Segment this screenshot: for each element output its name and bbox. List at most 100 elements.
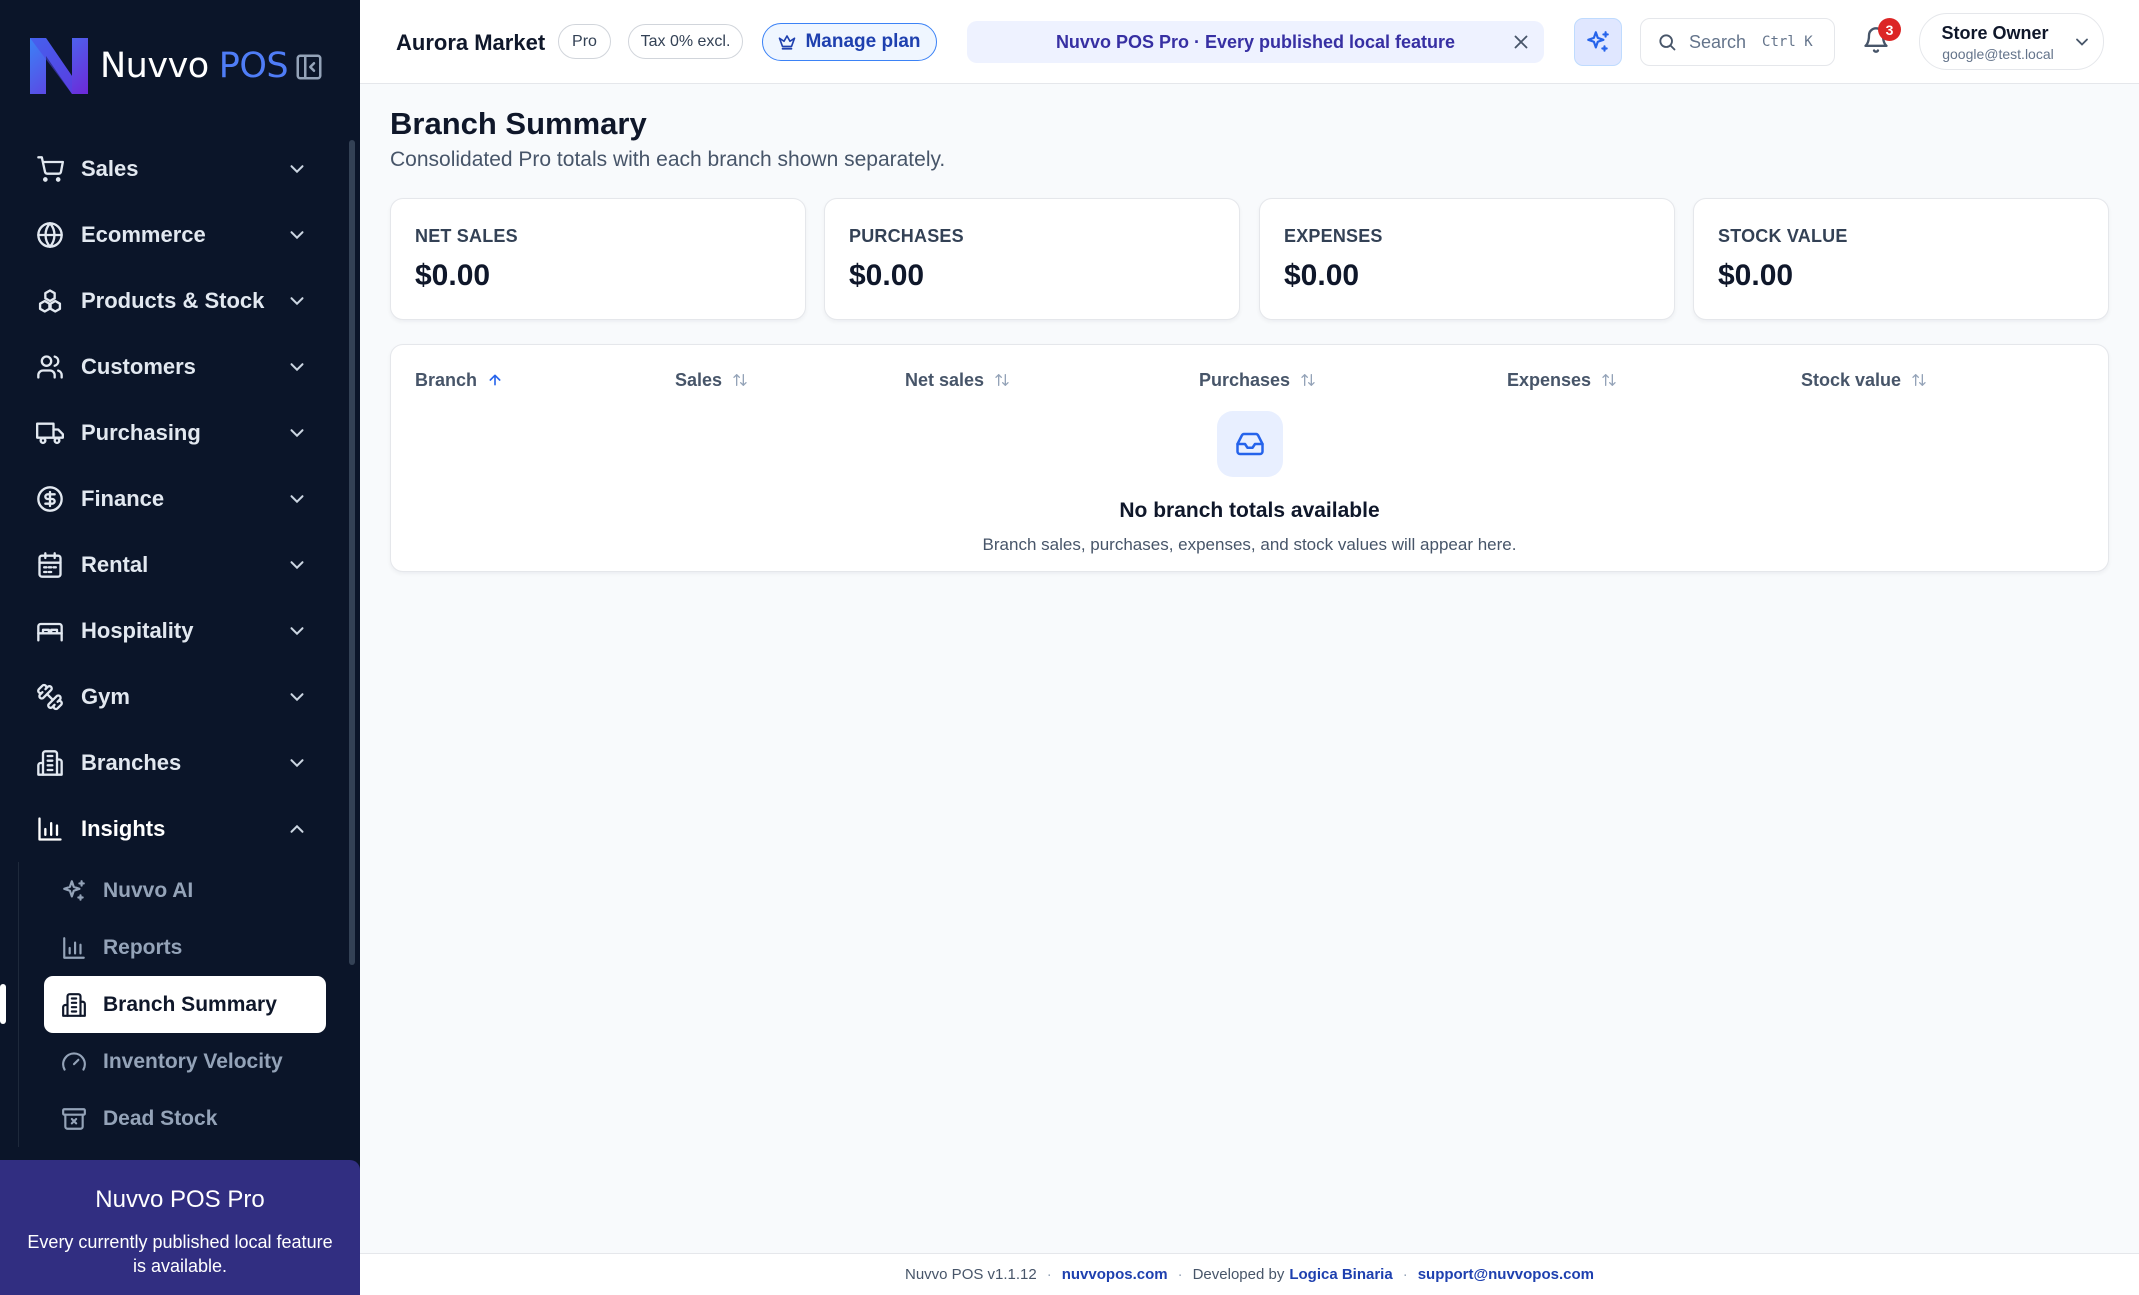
user-name: Store Owner: [1941, 23, 2049, 43]
chevron-down-icon: [290, 363, 304, 372]
sparkles-icon: [1587, 31, 1609, 52]
users-icon: [37, 355, 63, 379]
column-header-stock-value[interactable]: Stock value: [1801, 365, 1927, 395]
sidebar-item-branches[interactable]: Branches: [0, 730, 345, 796]
insights-subnav: Nuvvo AI Reports Branch Summary Inventor…: [0, 862, 328, 1147]
panel-left-icon[interactable]: [294, 52, 324, 82]
stat-label: EXPENSES: [1284, 226, 1383, 246]
search-placeholder: Search: [1689, 31, 1747, 52]
store-name[interactable]: Aurora Market: [396, 30, 545, 56]
sidebar-item-label: Purchasing: [81, 420, 201, 445]
chevron-down-icon: [2076, 38, 2088, 46]
user-email: google@test.local: [1942, 46, 2054, 62]
sidebar-item-products-stock[interactable]: Products & Stock: [0, 268, 345, 334]
footer-developer: Developed by Logica Binaria: [1193, 1266, 1393, 1283]
stat-card-stock-value: STOCK VALUE $0.00: [1693, 198, 2109, 320]
stat-value: $0.00: [849, 259, 925, 292]
footer-developer-link[interactable]: Logica Binaria: [1289, 1266, 1392, 1283]
column-header-label: Branch: [415, 369, 478, 390]
branch-table: Branch Sales Net sales Purchases Expense…: [390, 344, 2109, 572]
sidebar-item-sales[interactable]: Sales: [0, 136, 345, 202]
pro-plan-card: Nuvvo POS Pro Every currently published …: [0, 1160, 360, 1295]
sidebar-subitem-nuvvo-ai[interactable]: Nuvvo AI: [19, 862, 328, 919]
empty-state-desc: Branch sales, purchases, expenses, and s…: [982, 535, 1517, 554]
chevron-down-icon: [290, 495, 304, 504]
sidebar-item-ecommerce[interactable]: Ecommerce: [0, 202, 345, 268]
stat-value: $0.00: [415, 259, 491, 292]
sidebar-subitem-dead-stock[interactable]: Dead Stock: [19, 1090, 328, 1147]
stat-label: STOCK VALUE: [1718, 226, 1848, 246]
logo-word-nuvvo: Nuvvo: [100, 46, 209, 86]
sidebar-item-label: Branches: [81, 750, 182, 775]
column-header-label: Purchases: [1199, 369, 1291, 390]
ai-assistant-button[interactable]: [1574, 18, 1622, 66]
sidebar-item-insights[interactable]: Insights: [0, 796, 345, 862]
sidebar-item-label: Gym: [81, 684, 130, 709]
column-header-branch[interactable]: Branch: [415, 365, 503, 395]
pro-banner-text: Nuvvo POS Pro · Every published local fe…: [1055, 31, 1456, 52]
stat-label: PURCHASES: [849, 226, 964, 246]
chevron-up-icon: [290, 824, 304, 833]
sidebar-item-hospitality[interactable]: Hospitality: [0, 598, 345, 664]
column-header-expenses[interactable]: Expenses: [1507, 365, 1617, 395]
column-header-net-sales[interactable]: Net sales: [905, 365, 1010, 395]
column-header-label: Expenses: [1507, 369, 1592, 390]
sidebar-item-label: Insights: [81, 816, 166, 841]
building-icon: [62, 992, 86, 1017]
column-header-label: Net sales: [905, 369, 985, 390]
footer-site-link[interactable]: nuvvopos.com: [1062, 1266, 1168, 1283]
close-icon[interactable]: [1510, 31, 1532, 53]
page-subtitle: Consolidated Pro totals with each branch…: [390, 148, 946, 171]
sidebar: Nuvvo POS Sales Ecommerce Products & Stoc…: [0, 0, 360, 1295]
archive-x-icon: [62, 1107, 86, 1130]
sidebar-item-purchasing[interactable]: Purchasing: [0, 400, 345, 466]
empty-state-title: No branch totals available: [1119, 499, 1380, 522]
sort-icon: [1602, 374, 1616, 386]
column-header-purchases[interactable]: Purchases: [1199, 365, 1316, 395]
chevron-down-icon: [290, 297, 304, 306]
sidebar-nav: Sales Ecommerce Products & Stock Custome…: [0, 136, 345, 1147]
logo[interactable]: Nuvvo POS: [26, 32, 289, 100]
chevron-down-icon: [290, 693, 304, 702]
search-input[interactable]: Search Ctrl K: [1640, 18, 1835, 66]
footer-email-link[interactable]: support@nuvvopos.com: [1418, 1266, 1594, 1283]
sidebar-subitem-label: Nuvvo AI: [103, 878, 194, 902]
truck-icon: [36, 422, 64, 445]
sidebar-item-gym[interactable]: Gym: [0, 664, 345, 730]
bar-chart-icon: [38, 817, 62, 841]
tax-badge: Tax 0% excl.: [628, 24, 743, 59]
footer: Nuvvo POS v1.1.12 · nuvvopos.com · Devel…: [360, 1253, 2139, 1295]
sidebar-subitem-reports[interactable]: Reports: [19, 919, 328, 976]
chevron-down-icon: [290, 627, 304, 636]
sidebar-item-label: Finance: [81, 486, 165, 511]
sidebar-item-label: Ecommerce: [81, 222, 206, 247]
nuvvo-logo-icon: [30, 38, 88, 94]
logo-word-pos: POS: [218, 46, 289, 86]
sort-icon: [1912, 374, 1926, 386]
sidebar-item-finance[interactable]: Finance: [0, 466, 345, 532]
column-header-label: Stock value: [1801, 369, 1902, 390]
sidebar-item-customers[interactable]: Customers: [0, 334, 345, 400]
footer-version: Nuvvo POS v1.1.12: [905, 1266, 1037, 1283]
logo-text: Nuvvo POS: [100, 46, 289, 86]
empty-state-icon-wrap: [1217, 411, 1283, 477]
gauge-icon: [62, 1051, 86, 1071]
footer-separator: ·: [1046, 1266, 1052, 1283]
sidebar-item-label: Customers: [81, 354, 196, 379]
arrow-up-icon: [489, 374, 501, 386]
column-header-sales[interactable]: Sales: [675, 365, 748, 395]
sidebar-item-label: Sales: [81, 156, 139, 181]
sidebar-subitem-inventory-velocity[interactable]: Inventory Velocity: [19, 1033, 328, 1090]
search-shortcut: Ctrl K: [1762, 34, 1813, 50]
sidebar-subitem-label: Branch Summary: [103, 992, 277, 1016]
bar-chart-icon: [63, 936, 85, 959]
pro-card-title: Nuvvo POS Pro: [95, 1186, 265, 1213]
sidebar-subitem-branch-summary[interactable]: Branch Summary: [0, 976, 326, 1033]
manage-plan-button[interactable]: Manage plan: [762, 23, 937, 61]
stat-value: $0.00: [1718, 259, 1794, 292]
sidebar-item-rental[interactable]: Rental: [0, 532, 345, 598]
user-menu-button[interactable]: Store Owner google@test.local: [1919, 13, 2104, 70]
footer-developed-by: Developed by: [1192, 1266, 1285, 1283]
sidebar-scrollbar[interactable]: [349, 140, 355, 965]
notification-badge: 3: [1878, 18, 1901, 41]
